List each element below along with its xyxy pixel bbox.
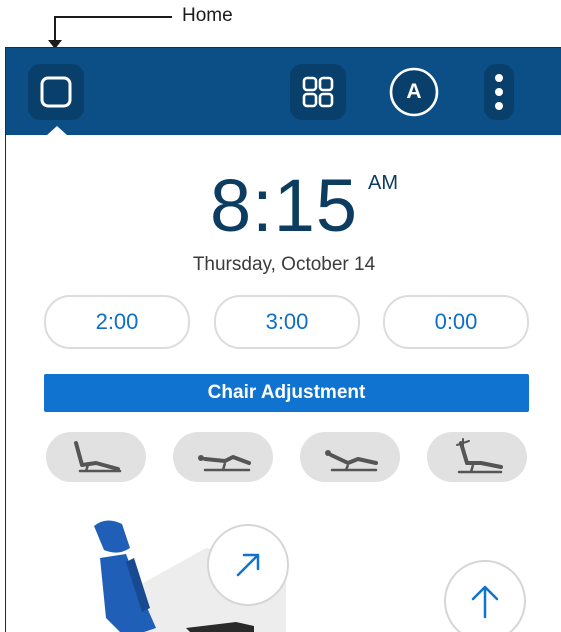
clock-ampm: AM [368, 172, 398, 194]
timer-button-1[interactable]: 2:00 [44, 295, 190, 349]
user-avatar-button[interactable]: A [386, 64, 442, 120]
preset-flat-button[interactable] [300, 432, 400, 482]
preset-upright-icon [74, 441, 122, 473]
timer-button-3[interactable]: 0:00 [383, 295, 529, 349]
home-button[interactable] [28, 64, 84, 120]
clock-time: 8:15 [209, 164, 359, 247]
preset-recline-icon [198, 455, 251, 472]
chair-adjustment-bar[interactable]: Chair Adjustment [44, 374, 529, 412]
avatar-letter: A [406, 80, 422, 103]
clock-date: Thursday, October 14 [192, 254, 376, 275]
arrow-up-right-icon [236, 553, 260, 577]
callout-line [54, 16, 172, 18]
preset-trendelenburg-icon [456, 438, 503, 474]
preset-upright-button[interactable] [46, 432, 146, 482]
more-vertical-icon [495, 74, 503, 110]
chair-move-up-button[interactable] [444, 560, 526, 632]
home-square-icon [40, 76, 72, 108]
clock: 8:15 AM [6, 166, 561, 246]
arrow-up-icon [471, 585, 499, 619]
chair-move-diagonal-button[interactable] [207, 524, 289, 606]
device-screen: A 8:15 AM Thursday, October 14 2:00 3:00… [5, 47, 561, 632]
preset-recline-button[interactable] [173, 432, 273, 482]
preset-flat-icon [325, 450, 378, 472]
more-menu-button[interactable] [484, 64, 514, 120]
preset-trendelenburg-button[interactable] [427, 432, 527, 482]
top-bar: A [6, 48, 561, 136]
home-callout-label: Home [182, 5, 233, 26]
grid-icon [302, 76, 334, 108]
apps-button[interactable] [290, 64, 346, 120]
home-active-indicator [46, 126, 68, 136]
timer-button-2[interactable]: 3:00 [214, 295, 360, 349]
